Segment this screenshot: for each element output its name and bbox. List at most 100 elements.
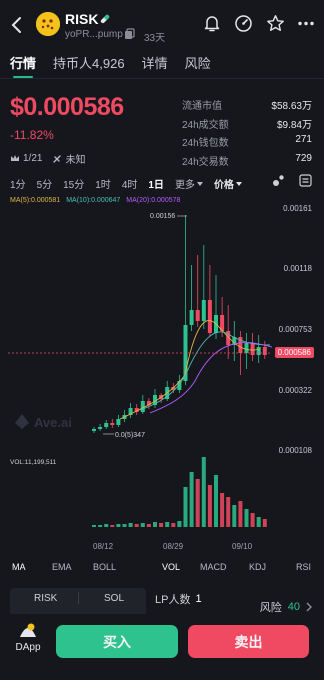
stat-value: $9.84万	[276, 119, 312, 131]
crown-icon	[10, 154, 20, 163]
pair-base: RISK	[34, 593, 58, 604]
indicator-boll[interactable]: BOLL	[93, 562, 116, 572]
tab-risk[interactable]: 风险	[185, 53, 211, 78]
interval-1m[interactable]: 1分	[10, 176, 26, 191]
indicator-macd[interactable]: MACD	[200, 562, 227, 572]
volume-bar	[232, 505, 237, 527]
stat-value: $58.63万	[271, 101, 312, 112]
stat-row: 24h钱包数 271	[182, 134, 312, 153]
volume-bar	[201, 457, 206, 527]
pair-card[interactable]: RISK SOL	[10, 588, 146, 614]
date-tick: 08/12	[93, 542, 114, 551]
indicator-rsi[interactable]: RSI	[296, 562, 311, 572]
more-label: 更多	[174, 180, 195, 191]
indicator-vol[interactable]: VOL	[162, 562, 180, 572]
speed-gauge-icon[interactable]	[234, 14, 253, 33]
main-tabs: 行情 持币人4,926 详情 风险	[10, 53, 211, 78]
stat-label: 24h钱包数	[182, 138, 229, 149]
volume-bar	[110, 525, 115, 527]
indicator-mode[interactable]: 价格	[214, 176, 242, 191]
interval-15m[interactable]: 15分	[63, 176, 84, 191]
drawing-tool-icon[interactable]	[272, 174, 285, 187]
dapp-icon	[18, 623, 38, 639]
indicator-ema[interactable]: EMA	[52, 562, 72, 572]
top-bar: RISK yoPR...pump 33天	[0, 8, 324, 46]
candle-body	[98, 427, 103, 429]
rank-label: 1/21	[23, 153, 43, 164]
date-tick: 09/10	[232, 542, 253, 551]
copy-icon[interactable]	[124, 28, 135, 40]
candle-body	[104, 423, 109, 427]
dapp-button[interactable]: DApp	[11, 623, 45, 653]
risk-score[interactable]: 风险 40	[260, 599, 312, 615]
action-bar: DApp 买入 卖出	[0, 615, 324, 680]
volume-bar	[122, 524, 127, 527]
watermark: Ave.ai	[15, 414, 72, 430]
pair-divider	[78, 592, 79, 604]
dapp-label: DApp	[15, 642, 41, 653]
candle-body	[207, 300, 212, 333]
more-intervals[interactable]: 更多	[175, 176, 203, 191]
stat-label: 流通市值	[182, 101, 222, 112]
caret-down-icon	[235, 181, 242, 186]
sell-button[interactable]: 卖出	[188, 625, 309, 658]
volume-bar	[189, 472, 194, 527]
volume-bar	[116, 524, 121, 527]
market-stats: 流通市值 $58.63万 24h成交额 $9.84万 24h钱包数 271 24h交易…	[182, 97, 312, 171]
tab-details[interactable]: 详情	[142, 53, 168, 78]
tab-holders[interactable]: 持币人4,926	[53, 53, 125, 78]
bell-icon[interactable]	[203, 14, 221, 33]
price-tick: 0.000753	[278, 325, 312, 334]
token-badges: 1/21 未知	[10, 151, 85, 166]
price-chart[interactable]: Ave.ai 0.00156 0.0(5)347	[0, 205, 324, 545]
risk-value: 40	[287, 601, 300, 613]
candle-body	[262, 347, 267, 355]
risk-label: 风险	[259, 602, 282, 614]
stat-row: 24h成交额 $9.84万	[182, 116, 312, 135]
caret-down-icon	[196, 181, 203, 186]
token-address[interactable]: yoPR...pump	[65, 29, 123, 40]
volume-bar	[165, 522, 170, 527]
tag-badge[interactable]: 未知	[52, 151, 85, 166]
volume-bar	[177, 521, 182, 527]
more-options-icon[interactable]	[298, 14, 314, 33]
chart-settings-icon[interactable]	[299, 174, 312, 187]
volume-bar	[238, 501, 243, 527]
ma10-label: MA(10):0.000647	[66, 197, 121, 204]
back-arrow-icon[interactable]	[8, 14, 26, 36]
buy-button[interactable]: 买入	[56, 625, 178, 658]
interval-1h[interactable]: 1时	[95, 176, 111, 191]
interval-selector: 1分 5分 15分 1时 4时 1日 更多 价格	[10, 176, 242, 191]
volume-bar	[262, 519, 267, 527]
interval-5m[interactable]: 5分	[37, 176, 53, 191]
volume-bar	[195, 479, 200, 527]
price-change: -11.82%	[10, 128, 54, 142]
indicator-kdj[interactable]: KDJ	[249, 562, 266, 572]
interval-1d[interactable]: 1日	[148, 176, 164, 191]
volume-bar	[134, 524, 139, 527]
volume-bar	[244, 509, 249, 527]
volume-bars	[92, 457, 267, 527]
volume-bar	[207, 485, 212, 527]
stat-row: 流通市值 $58.63万	[182, 97, 312, 116]
volume-bar	[128, 523, 133, 527]
stat-label: 24h交易数	[182, 156, 229, 168]
candle-body	[195, 310, 200, 321]
tab-market[interactable]: 行情	[10, 53, 36, 78]
interval-4h[interactable]: 4时	[122, 176, 138, 191]
price-tick: 0.000108	[278, 446, 312, 455]
price-tick: 0.00161	[283, 204, 312, 213]
candle-body	[189, 310, 194, 325]
date-tick: 08/29	[163, 542, 184, 551]
pump-pill-icon	[99, 13, 111, 25]
rank-badge[interactable]: 1/21	[10, 153, 42, 164]
candle-body	[201, 300, 206, 321]
indicator-mode-label: 价格	[213, 180, 234, 191]
indicator-bar: MA EMA BOLL VOL MACD KDJ RSI	[0, 562, 324, 584]
indicator-ma[interactable]: MA	[12, 562, 26, 572]
favorite-star-icon[interactable]	[266, 14, 285, 33]
token-age: 33天	[144, 33, 166, 44]
volume-bar	[171, 523, 176, 527]
pair-quote: SOL	[104, 593, 125, 604]
volume-bar	[146, 524, 151, 527]
